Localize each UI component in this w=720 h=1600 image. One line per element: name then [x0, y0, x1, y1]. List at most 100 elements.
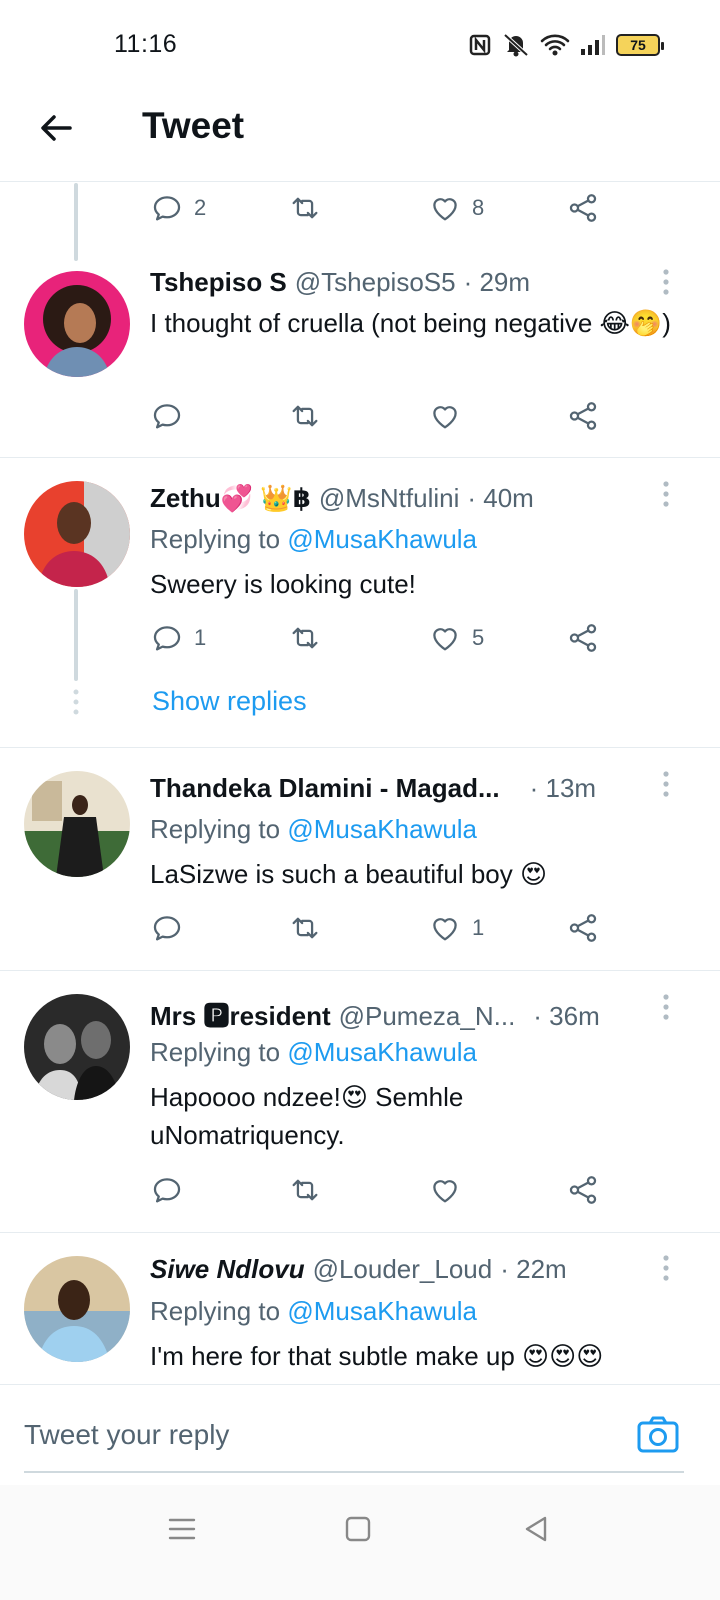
thread-dots-icon	[73, 689, 79, 715]
share-icon	[566, 621, 600, 655]
replies-feed[interactable]: 2 8 Tshepiso S @TshepisoS5 · 29m I thoug…	[0, 183, 720, 1383]
back-arrow-icon[interactable]	[36, 108, 76, 148]
reply-button[interactable]: 2	[150, 191, 206, 225]
replying-to: Replying to @MusaKhawula	[150, 1037, 477, 1068]
heart-icon	[428, 911, 462, 945]
share-icon	[566, 1173, 600, 1207]
display-name[interactable]: Zethu💞 👑฿	[150, 483, 311, 514]
reply-input[interactable]: Tweet your reply	[24, 1419, 229, 1451]
tweet-header: Tshepiso S @TshepisoS5 · 29m	[150, 267, 530, 298]
tweet-text: I'm here for that subtle make up 😍😍😍	[150, 1341, 604, 1371]
tweet-time: · 22m	[500, 1254, 567, 1284]
menu-icon[interactable]	[164, 1511, 200, 1547]
avatar[interactable]	[24, 481, 130, 587]
reply-icon	[150, 911, 184, 945]
tweet-text: Hapoooo ndzee!😍 Semhle uNomatriquency.	[150, 1082, 464, 1150]
page-title: Tweet	[142, 105, 245, 146]
user-handle[interactable]: @Pumeza_N...	[339, 1001, 516, 1032]
more-icon[interactable]	[656, 1253, 676, 1283]
more-icon[interactable]	[656, 479, 676, 509]
user-handle[interactable]: @Louder_Loud	[313, 1254, 493, 1285]
reply-icon	[150, 621, 184, 655]
replying-to-prefix: Replying to	[150, 1296, 281, 1326]
tweet-actions: 1	[150, 911, 620, 951]
heart-icon	[428, 191, 462, 225]
reply-button[interactable]	[150, 399, 184, 433]
like-button[interactable]: 5	[428, 621, 484, 655]
avatar[interactable]	[24, 771, 130, 877]
home-square-icon[interactable]	[340, 1511, 376, 1547]
show-replies-link[interactable]: Show replies	[152, 686, 307, 717]
replying-to-prefix: Replying to	[150, 524, 281, 554]
reply-count: 1	[194, 625, 207, 650]
tweet-header: Mrs 🅿resident @Pumeza_N... · 36m	[150, 996, 600, 1033]
share-icon	[566, 399, 600, 433]
like-button[interactable]: 1	[428, 911, 484, 945]
mention-link[interactable]: @MusaKhawula	[287, 1037, 477, 1067]
replying-to-prefix: Replying to	[150, 814, 281, 844]
avatar[interactable]	[24, 271, 130, 377]
mention-link[interactable]: @MusaKhawula	[287, 814, 477, 844]
display-name[interactable]: Thandeka Dlamini - Magad...	[150, 773, 500, 804]
divider	[0, 1232, 720, 1233]
display-name[interactable]: Siwe Ndlovu	[150, 1254, 305, 1285]
tweet-text: LaSizwe is such a beautiful boy 😍	[150, 859, 548, 889]
share-button[interactable]	[566, 1173, 600, 1207]
retweet-button[interactable]	[288, 191, 322, 225]
reply-icon	[150, 191, 184, 225]
display-name[interactable]: Tshepiso S	[150, 267, 287, 298]
reply-button[interactable]	[150, 1173, 184, 1207]
tweet-actions: 2 8	[150, 191, 620, 231]
reply-icon	[150, 399, 184, 433]
tweet-time: · 29m	[463, 267, 531, 297]
battery-indicator: 75	[616, 34, 664, 56]
share-button[interactable]	[566, 399, 600, 433]
reply-input-underline	[24, 1471, 684, 1473]
like-button[interactable]	[428, 399, 462, 433]
display-name[interactable]: Mrs 🅿resident	[150, 996, 331, 1033]
user-handle[interactable]: @TshepisoS5	[295, 267, 456, 298]
mention-link[interactable]: @MusaKhawula	[287, 1296, 477, 1326]
back-triangle-icon[interactable]	[518, 1511, 554, 1547]
divider	[0, 457, 720, 458]
divider	[0, 970, 720, 971]
share-button[interactable]	[566, 621, 600, 655]
more-icon[interactable]	[656, 267, 676, 297]
retweet-button[interactable]	[288, 399, 322, 433]
retweet-button[interactable]	[288, 621, 322, 655]
like-button[interactable]	[428, 1173, 462, 1207]
top-app-bar: Tweet	[0, 90, 720, 182]
tweet-actions	[150, 399, 620, 439]
retweet-button[interactable]	[288, 1173, 322, 1207]
reply-button[interactable]: 1	[150, 621, 206, 655]
share-button[interactable]	[566, 911, 600, 945]
retweet-button[interactable]	[288, 911, 322, 945]
tweet-time: · 13m	[529, 773, 597, 803]
status-time: 11:16	[114, 30, 178, 58]
divider	[0, 747, 720, 748]
like-count: 8	[472, 195, 485, 220]
reply-icon	[150, 1173, 184, 1207]
heart-icon	[428, 621, 462, 655]
thread-line	[74, 183, 78, 261]
like-count: 1	[472, 915, 485, 940]
more-icon[interactable]	[656, 769, 676, 799]
tweet-header: Thandeka Dlamini - Magad... · 13m	[150, 773, 596, 804]
reply-button[interactable]	[150, 911, 184, 945]
share-button[interactable]	[566, 191, 600, 225]
signal-icon	[581, 35, 605, 55]
tweet-actions: 1 5	[150, 621, 620, 661]
camera-icon[interactable]	[636, 1413, 680, 1457]
share-icon	[566, 191, 600, 225]
avatar[interactable]	[24, 994, 130, 1100]
more-icon[interactable]	[656, 992, 676, 1022]
tweet-text: Sweery is looking cute!	[150, 569, 416, 599]
nfc-icon	[469, 34, 491, 56]
avatar[interactable]	[24, 1256, 130, 1362]
thread-line	[74, 589, 78, 681]
mention-link[interactable]: @MusaKhawula	[287, 524, 477, 554]
like-button[interactable]: 8	[428, 191, 484, 225]
retweet-icon	[288, 911, 322, 945]
retweet-icon	[288, 191, 322, 225]
user-handle[interactable]: @MsNtfulini	[319, 483, 460, 514]
